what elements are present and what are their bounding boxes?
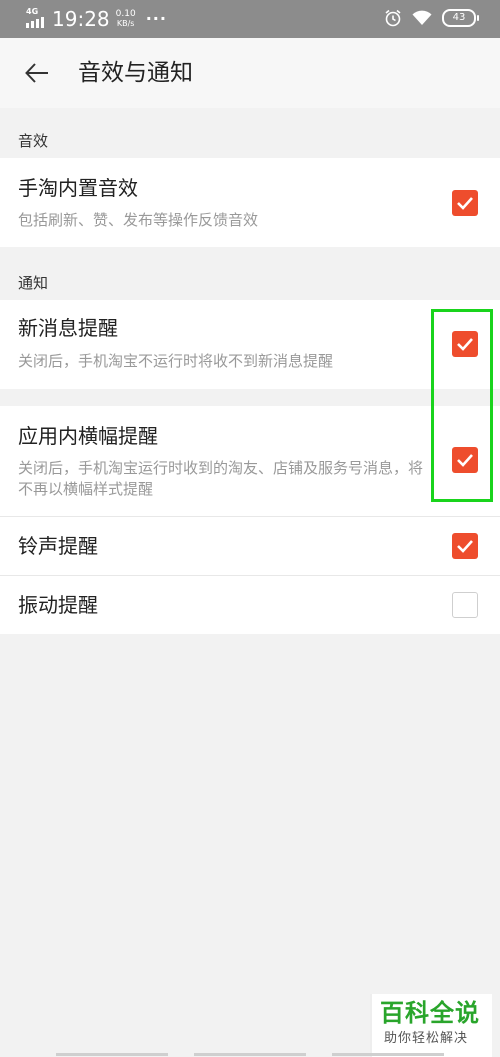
setting-row-in-app-banner[interactable]: 应用内横幅提醒 关闭后，手机淘宝运行时收到的淘友、店铺及服务号消息，将不再以横幅… (0, 406, 500, 516)
back-arrow-icon[interactable] (24, 60, 50, 86)
setting-title: 手淘内置音效 (18, 176, 138, 200)
section-label-notify: 通知 (18, 274, 49, 292)
status-time: 19:28 (52, 7, 110, 31)
alarm-icon (385, 9, 401, 27)
speed-value: 0.10 (115, 9, 136, 19)
network-type: 4G (26, 7, 39, 16)
wifi-icon (412, 10, 432, 25)
battery-icon: 43 (442, 9, 479, 27)
setting-row-ringtone[interactable]: 铃声提醒 (0, 517, 500, 575)
status-bar: 4G 19:28 0.10 KB/s ··· 43 (0, 0, 500, 38)
status-right: 43 (384, 9, 479, 27)
watermark-main-text: 百科全说 (380, 999, 480, 1027)
setting-description: 关闭后，手机淘宝运行时收到的淘友、店铺及服务号消息，将不再以横幅样式提醒 (18, 459, 424, 498)
setting-title: 新消息提醒 (18, 316, 118, 340)
speed-unit: KB/s (116, 19, 135, 28)
setting-description: 关闭后，手机淘宝不运行时将收不到新消息提醒 (18, 352, 334, 370)
signal-icon: 4G (26, 8, 46, 30)
watermark-logo: 百科全说 助你轻松解决 (370, 994, 492, 1057)
section-label-sound: 音效 (18, 132, 49, 150)
page-title: 音效与通知 (78, 60, 193, 86)
setting-row-builtin-sound[interactable]: 手淘内置音效 包括刷新、赞、发布等操作反馈音效 (0, 158, 500, 247)
highlight-box (431, 309, 493, 502)
check-icon (457, 197, 473, 210)
battery-level: 43 (452, 12, 466, 23)
status-left: 4G 19:28 0.10 KB/s ··· (26, 7, 167, 31)
network-speed: 0.10 KB/s (115, 9, 136, 29)
builtin-sound-checkbox[interactable] (452, 190, 478, 216)
setting-title: 铃声提醒 (18, 534, 98, 558)
setting-row-vibration[interactable]: 振动提醒 (0, 576, 500, 634)
watermark-sub-text: 助你轻松解决 (384, 1031, 469, 1046)
system-nav-bar (0, 1052, 500, 1057)
more-notifications-icon: ··· (145, 9, 167, 28)
app-header: 音效与通知 (0, 38, 500, 108)
setting-row-new-message[interactable]: 新消息提醒 关闭后，手机淘宝不运行时将收不到新消息提醒 (0, 300, 500, 389)
setting-description: 包括刷新、赞、发布等操作反馈音效 (18, 211, 259, 229)
vibration-checkbox[interactable] (452, 592, 478, 618)
check-icon (457, 540, 473, 553)
ringtone-checkbox[interactable] (452, 533, 478, 559)
setting-title: 振动提醒 (18, 593, 98, 617)
setting-title: 应用内横幅提醒 (18, 424, 158, 448)
